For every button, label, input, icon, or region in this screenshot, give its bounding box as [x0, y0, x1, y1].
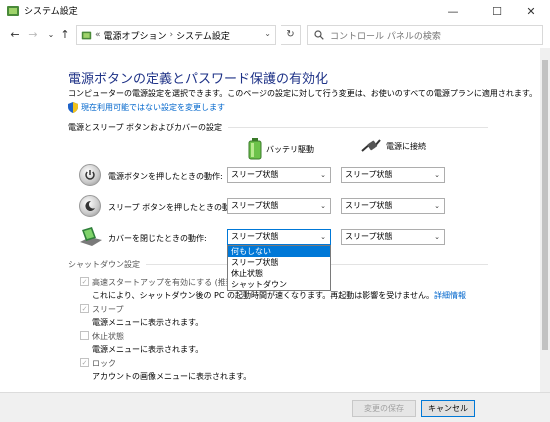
shield-icon — [68, 102, 78, 113]
select-value: スリープ状態 — [231, 201, 279, 210]
sleep-button-plugged-select[interactable]: スリープ状態 ⌄ — [341, 198, 445, 214]
power-button-plugged-select[interactable]: スリープ状態 ⌄ — [341, 167, 445, 183]
chevron-down-icon: ⌄ — [320, 171, 326, 179]
page-title: 電源ボタンの定義とパスワード保護の有効化 — [68, 72, 329, 87]
recent-locations-button[interactable]: ⌄ — [44, 27, 58, 43]
power-plug-icon — [361, 139, 381, 152]
battery-column-label: バッテリ駆動 — [266, 144, 314, 154]
battery-icon — [248, 138, 262, 160]
maximize-button[interactable]: ☐ — [478, 0, 516, 22]
sleep-button-icon — [79, 195, 101, 217]
close-button[interactable]: ✕ — [512, 0, 550, 22]
lock-description: アカウントの画像メニューに表示されます。 — [92, 372, 252, 381]
section-title-text: 電源とスリープ ボタンおよびカバーの設定 — [68, 123, 223, 132]
power-button-action-label: 電源ボタンを押したときの動作: — [108, 172, 223, 181]
dropdown-option-do-nothing[interactable]: 何もしない — [228, 246, 330, 257]
select-value: スリープ状態 — [345, 201, 393, 210]
breadcrumb-separator: › — [169, 30, 174, 40]
section-title-text: シャットダウン設定 — [68, 260, 140, 269]
change-unavailable-settings-text[interactable]: 現在利用可能ではない設定を変更します — [81, 102, 225, 113]
footer-bar: 変更の保存 キャンセル — [0, 392, 550, 422]
plugged-in-column-header: 電源に接続 — [360, 138, 426, 154]
chevron-down-icon: ⌄ — [434, 171, 440, 179]
vertical-scrollbar[interactable] — [540, 48, 550, 392]
breadcrumb-system-settings[interactable]: システム設定 — [176, 29, 230, 42]
hibernate-checkbox[interactable] — [80, 331, 89, 340]
dropdown-option-shutdown[interactable]: シャットダウン — [228, 279, 330, 290]
details-link[interactable]: 詳細情報 — [434, 291, 466, 300]
power-button-icon — [79, 164, 101, 186]
hibernate-description: 電源メニューに表示されます。 — [92, 345, 204, 354]
chevron-down-icon: ⌄ — [320, 233, 326, 241]
address-overflow[interactable]: « — [95, 30, 101, 40]
sleep-checkbox[interactable]: ✓ — [80, 304, 89, 313]
back-button[interactable]: ← — [8, 27, 22, 43]
cancel-button[interactable]: キャンセル — [421, 400, 475, 417]
change-unavailable-settings-link[interactable]: 現在利用可能ではない設定を変更します — [68, 102, 225, 113]
fast-startup-label: 高速スタートアップを有効にする (推奨) — [92, 278, 237, 287]
hibernate-label: 休止状態 — [92, 332, 124, 341]
lock-label: ロック — [92, 359, 116, 368]
fast-startup-checkbox[interactable]: ✓ — [80, 277, 89, 286]
title-bar: システム設定 — ☐ ✕ — [0, 0, 550, 22]
chevron-down-icon[interactable]: ⌄ — [264, 29, 271, 38]
fast-startup-description: これにより、シャットダウン後の PC の起動時間が速くなります。再起動は影響を受… — [92, 290, 466, 301]
lid-close-battery-select[interactable]: スリープ状態 ⌄ — [227, 229, 331, 245]
address-toolbar: ← → ⌄ ↑ « 電源オプション › システム設定 ⌄ ↻ コントロール パネ… — [0, 22, 550, 48]
save-changes-button[interactable]: 変更の保存 — [352, 400, 416, 417]
lid-close-plugged-select[interactable]: スリープ状態 ⌄ — [341, 229, 445, 245]
chevron-down-icon: ⌄ — [434, 202, 440, 210]
select-value: スリープ状態 — [231, 232, 279, 241]
battery-column-header: バッテリ駆動 — [248, 138, 314, 160]
minimize-button[interactable]: — — [434, 0, 472, 22]
up-button[interactable]: ↑ — [58, 27, 72, 43]
forward-button[interactable]: → — [26, 27, 40, 43]
sleep-button-action-label: スリープ ボタンを押したときの動作: — [108, 203, 241, 212]
dropdown-option-sleep[interactable]: スリープ状態 — [228, 257, 330, 268]
search-icon — [314, 30, 324, 40]
lid-close-action-label: カバーを閉じたときの動作: — [108, 234, 207, 243]
search-input[interactable]: コントロール パネルの検索 — [307, 25, 543, 45]
power-buttons-section-title: 電源とスリープ ボタンおよびカバーの設定 — [68, 122, 488, 133]
refresh-button[interactable]: ↻ — [281, 25, 301, 45]
search-placeholder: コントロール パネルの検索 — [330, 31, 441, 42]
content-area: 電源ボタンの定義とパスワード保護の有効化 コンピューターの電源設定を選択できます… — [0, 48, 550, 392]
chevron-down-icon: ⌄ — [320, 202, 326, 210]
power-button-battery-select[interactable]: スリープ状態 ⌄ — [227, 167, 331, 183]
page-description: コンピューターの電源設定を選択できます。このページの設定に対して行う変更は、お使… — [68, 89, 538, 98]
address-field[interactable]: « 電源オプション › システム設定 ⌄ — [76, 25, 276, 45]
sleep-button-battery-select[interactable]: スリープ状態 ⌄ — [227, 198, 331, 214]
fast-startup-description-text: これにより、シャットダウン後の PC の起動時間が速くなります。再起動は影響を受… — [92, 291, 434, 300]
select-value: スリープ状態 — [345, 170, 393, 179]
breadcrumb-power-options[interactable]: 電源オプション — [104, 29, 167, 42]
select-value: スリープ状態 — [231, 170, 279, 179]
sleep-label: スリープ — [92, 305, 124, 314]
lock-checkbox[interactable]: ✓ — [80, 358, 89, 367]
scrollbar-thumb[interactable] — [542, 60, 548, 350]
chevron-down-icon: ⌄ — [434, 233, 440, 241]
sleep-description: 電源メニューに表示されます。 — [92, 318, 204, 327]
dropdown-option-hibernate[interactable]: 休止状態 — [228, 268, 330, 279]
control-panel-icon — [81, 31, 92, 39]
control-panel-icon — [7, 6, 19, 16]
window-title: システム設定 — [24, 7, 78, 17]
plugged-in-column-label: 電源に接続 — [386, 141, 426, 151]
lid-close-battery-dropdown-list: 何もしない スリープ状態 休止状態 シャットダウン — [227, 245, 331, 291]
laptop-lid-icon — [80, 227, 102, 246]
select-value: スリープ状態 — [345, 232, 393, 241]
